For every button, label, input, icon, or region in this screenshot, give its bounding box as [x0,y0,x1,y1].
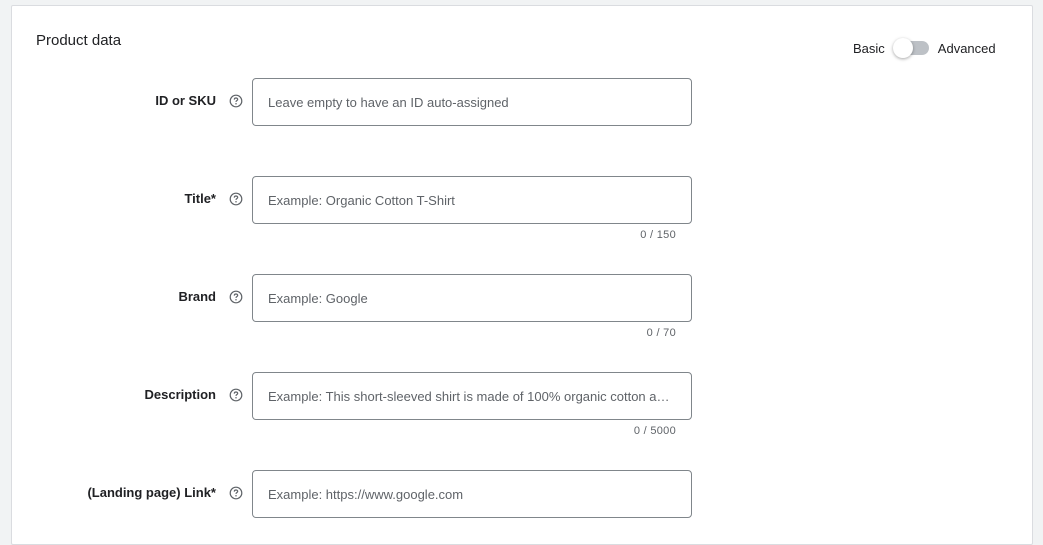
field-label-brand: Brand [178,289,216,304]
help-circle-icon[interactable] [229,192,243,206]
field-row-title: Title* 0 / 150 [12,176,1034,241]
field-row-brand: Brand 0 / 70 [12,274,1034,339]
help-circle-icon[interactable] [229,486,243,500]
field-label-id: ID or SKU [155,93,216,108]
field-label-title: Title* [184,191,216,206]
description-char-counter: 0 / 5000 [633,425,676,437]
help-circle-icon[interactable] [229,388,243,402]
brand-char-counter: 0 / 70 [646,327,676,339]
field-label-description: Description [144,387,216,402]
field-row-description: Description 0 / 5000 [12,372,1034,437]
mode-advanced-label: Advanced [937,40,996,56]
description-input[interactable] [252,372,692,420]
landing-page-link-input[interactable] [252,470,692,518]
help-circle-icon[interactable] [229,94,243,108]
switch-thumb[interactable] [892,38,913,58]
field-row-link: (Landing page) Link* [12,470,1034,518]
mode-toggle: Basic Advanced [853,38,996,58]
id-sku-input[interactable] [252,78,692,126]
product-data-card: Product data Basic Advanced ID or SKU Ti… [11,5,1033,545]
title-input[interactable] [252,176,692,224]
brand-input[interactable] [252,274,692,322]
title-char-counter: 0 / 150 [640,229,676,241]
field-row-id: ID or SKU [12,78,1034,126]
mode-basic-label: Basic [853,40,885,56]
field-label-link: (Landing page) Link* [87,485,216,500]
mode-switch[interactable] [892,38,931,58]
help-circle-icon[interactable] [229,290,243,304]
section-title: Product data [36,32,122,49]
